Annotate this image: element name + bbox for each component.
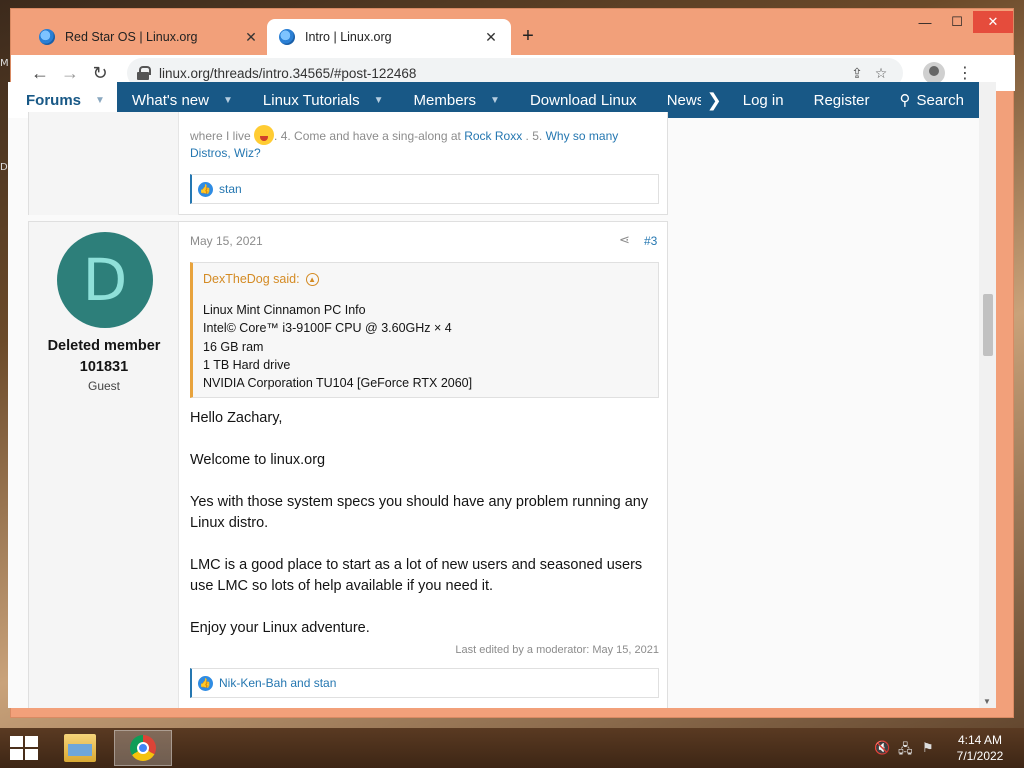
scroll-down-arrow-icon[interactable]: ▼ (983, 697, 991, 706)
page-scrollbar[interactable]: ▼ (979, 82, 996, 708)
globe-icon (39, 29, 55, 45)
nav-label: Newsletter (666, 91, 701, 109)
like-icon: 👍 (198, 181, 213, 197)
kebab-menu-icon[interactable]: ⋮ (955, 63, 975, 83)
message-paragraph: LMC is a good place to start as a lot of… (190, 557, 643, 594)
new-tab-button[interactable]: + (517, 25, 539, 48)
message-body: Hello Zachary, Welcome to linux.org Yes … (190, 408, 665, 660)
clock-date: 7/1/2022 (956, 749, 1004, 763)
message-paragraph: Yes with those system specs you should h… (190, 494, 649, 531)
like-icon: 👍 (198, 675, 213, 691)
post-number[interactable]: #3 (644, 234, 657, 248)
nav-account: Log in Register ⚲ Search (728, 82, 979, 118)
clock-time: 4:14 AM (957, 733, 1003, 747)
minimize-button[interactable]: — (909, 11, 941, 33)
username: Deleted member 101831 (29, 336, 179, 378)
reaction-bar[interactable]: 👍 Nik-Ken-Bah and stan (190, 668, 659, 698)
chevron-right-icon[interactable]: ❯ (701, 82, 728, 118)
title-bar: Red Star OS | Linux.org ✕ Intro | Linux.… (11, 9, 1015, 55)
quote-line: Linux Mint Cinnamon PC Info (203, 303, 366, 317)
action-center-icon[interactable]: ⚑ (922, 740, 934, 756)
desktop-mark: D (0, 162, 8, 173)
register-link[interactable]: Register (799, 82, 885, 118)
post-text-part: where I live (190, 129, 251, 143)
previous-post: where I live . 4. Come and have a sing-a… (28, 112, 668, 215)
chevron-down-icon[interactable]: ▼ (374, 95, 384, 106)
message-paragraph: Hello Zachary, (190, 410, 283, 426)
globe-icon (279, 29, 295, 45)
taskbar-chrome-button[interactable] (114, 730, 172, 766)
quote-line: 1 TB Hard drive (203, 357, 291, 372)
volume-muted-icon[interactable]: 🔇 (874, 740, 890, 756)
reaction-users[interactable]: stan (219, 182, 242, 196)
search-label: Search (916, 91, 964, 109)
rock-roxx-link[interactable]: Rock Roxx (464, 129, 522, 143)
chevron-down-icon[interactable]: ▼ (95, 95, 105, 106)
username-line: Deleted member (47, 338, 161, 354)
network-icon[interactable]: 🖧 (898, 740, 913, 762)
file-explorer-icon[interactable] (64, 734, 96, 762)
taskbar: 🔇 🖧 ⚑ 4:14 AM 7/1/2022 (0, 728, 1024, 768)
last-edited-note: Last edited by a moderator: May 15, 2021 (455, 644, 659, 656)
nav-label: Linux Tutorials (262, 91, 360, 109)
quote-author[interactable]: DexTheDog said: (203, 272, 300, 286)
profile-icon[interactable] (923, 62, 945, 84)
chevron-down-icon[interactable]: ▼ (223, 95, 233, 106)
quote-block: DexTheDog said: ▲ Linux Mint Cinnamon PC… (190, 262, 659, 398)
nav-forums-label: Forums (26, 91, 82, 109)
chrome-icon (130, 735, 156, 761)
lock-icon[interactable] (137, 66, 151, 80)
share-icon[interactable]: ⋖ (619, 232, 630, 248)
search-icon: ⚲ (899, 92, 911, 109)
user-title: Guest (87, 379, 120, 393)
page-viewport: Forums ▼ What's new ▼ Linux Tutorials ▼ … (8, 82, 979, 708)
tab-intro[interactable]: Intro | Linux.org ✕ (267, 19, 511, 55)
window-close-button[interactable]: ✕ (973, 11, 1013, 33)
nav-label: What's new (131, 91, 209, 109)
scrollbar-thumb[interactable] (983, 294, 993, 356)
tongue-emoji-icon (254, 125, 275, 145)
quote-line: NVIDIA Corporation TU104 [GeForce RTX 20… (203, 376, 473, 391)
arrow-up-icon[interactable]: ▲ (305, 272, 319, 286)
login-link[interactable]: Log in (728, 82, 799, 118)
share-icon[interactable]: ⇪ (845, 65, 869, 82)
tab-title: Intro | Linux.org (305, 30, 392, 44)
desktop-mark: M (0, 58, 9, 69)
nav-label: Download Linux (529, 91, 637, 109)
message-paragraph: Enjoy your Linux adventure. (190, 620, 370, 636)
chevron-down-icon[interactable]: ▼ (490, 95, 500, 106)
post-date[interactable]: May 15, 2021 (190, 234, 263, 248)
quote-header[interactable]: DexTheDog said: ▲ (193, 263, 658, 295)
nav-label: Members (413, 91, 477, 109)
quote-line: 16 GB ram (203, 339, 264, 354)
windows-start-icon[interactable] (10, 736, 38, 760)
post-3: D Deleted member 101831 Guest May 15, 20… (28, 221, 668, 708)
tab-red-star-os[interactable]: Red Star OS | Linux.org ✕ (27, 19, 271, 55)
maximize-button[interactable]: ☐ (941, 11, 973, 33)
close-icon[interactable]: ✕ (243, 29, 259, 46)
quote-line: Intel© Core™ i3-9100F CPU @ 3.60GHz × 4 (203, 321, 452, 336)
avatar[interactable]: D (57, 232, 153, 328)
user-column (29, 112, 179, 215)
system-clock[interactable]: 4:14 AM 7/1/2022 (944, 732, 1016, 764)
username-line: 101831 (79, 359, 129, 375)
user-column: D Deleted member 101831 Guest (29, 222, 179, 708)
url-text[interactable]: linux.org/threads/intro.34565/#post-1224… (159, 66, 845, 81)
post-text-part: . 4. Come and have a sing-along at (274, 129, 461, 143)
message-paragraph: Welcome to linux.org (190, 452, 326, 468)
quote-body: Linux Mint Cinnamon PC Info Intel© Core™… (193, 295, 658, 398)
star-icon[interactable]: ☆ (869, 65, 893, 82)
search-button[interactable]: ⚲ Search (884, 82, 979, 118)
post-text: where I live . 4. Come and have a sing-a… (190, 125, 660, 161)
tab-title: Red Star OS | Linux.org (65, 30, 198, 44)
reaction-bar[interactable]: 👍 stan (190, 174, 659, 204)
post-text-part: . 5. (525, 129, 543, 143)
close-icon[interactable]: ✕ (483, 29, 499, 46)
reaction-users[interactable]: Nik-Ken-Bah and stan (219, 676, 336, 690)
